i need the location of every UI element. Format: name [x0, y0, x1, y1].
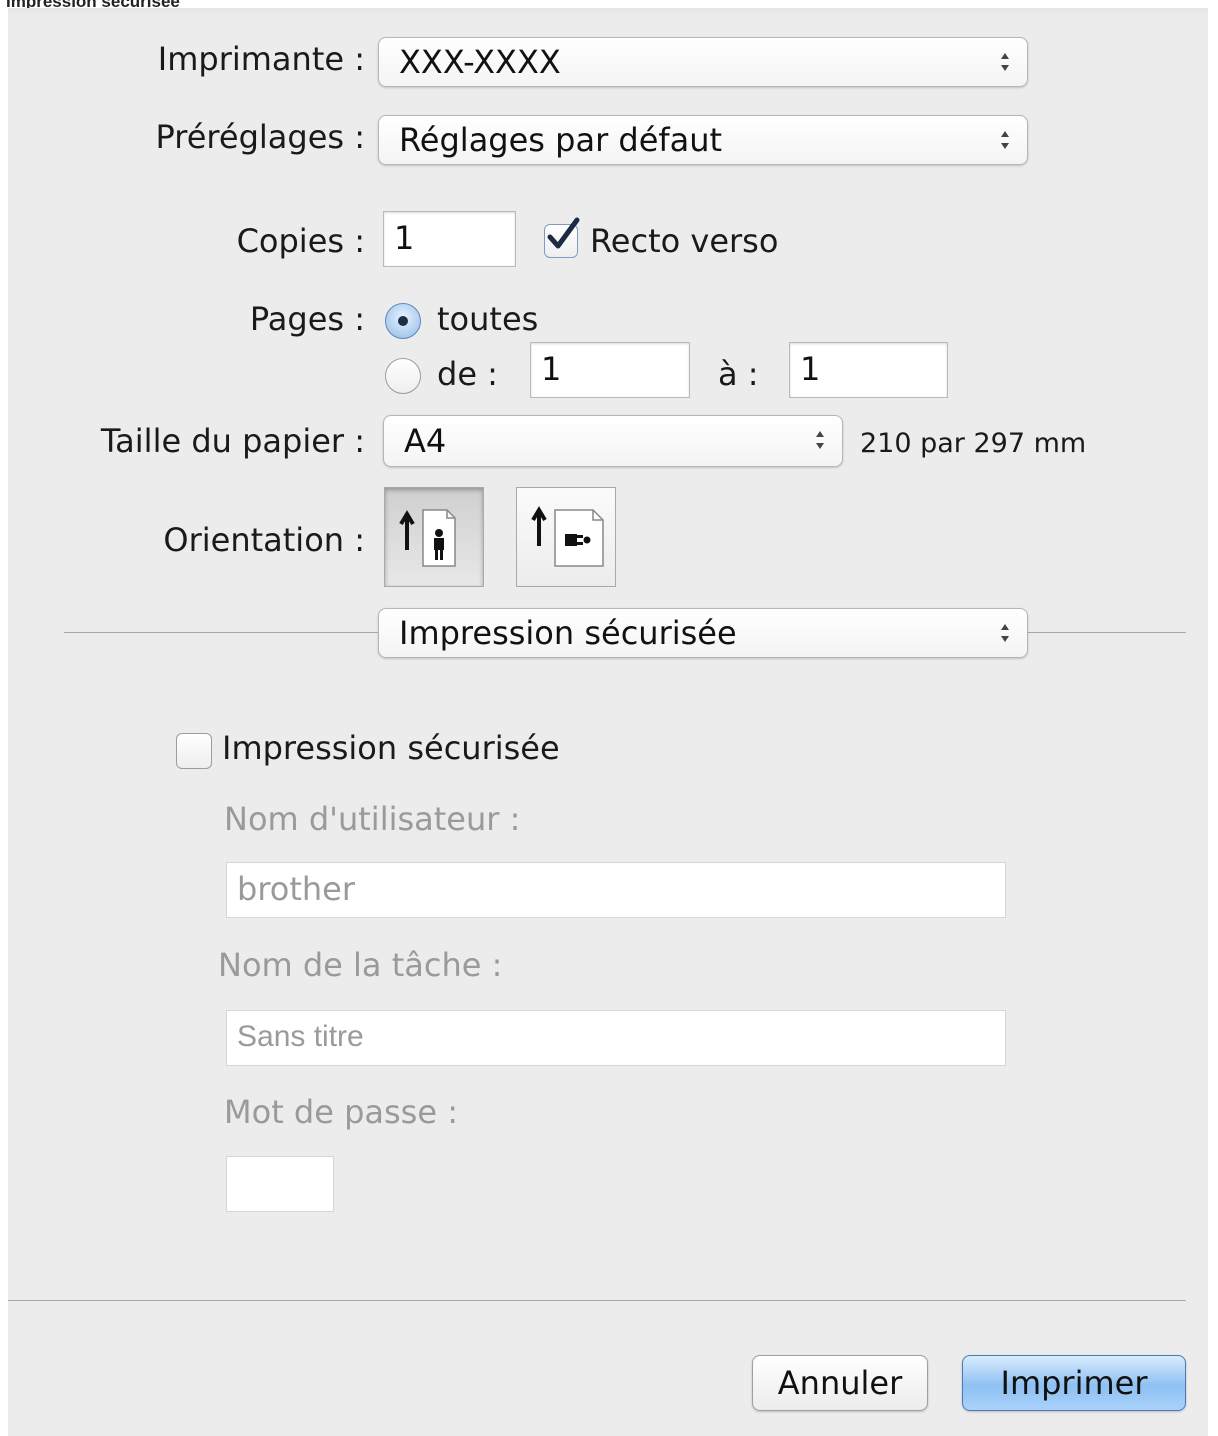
- pages-range-label: de :: [437, 355, 498, 393]
- section-popup[interactable]: Impression sécurisée: [378, 608, 1028, 658]
- landscape-orientation-icon: [531, 506, 604, 567]
- pages-all-label: toutes: [437, 300, 539, 338]
- copies-label: Copies :: [236, 222, 365, 260]
- pages-label: Pages :: [249, 300, 365, 338]
- secure-print-label: Impression sécurisée: [222, 729, 560, 767]
- paper-size-popup[interactable]: A4: [383, 415, 843, 467]
- username-label: Nom d'utilisateur :: [224, 800, 521, 838]
- checkmark-icon: [547, 217, 580, 249]
- presets-popup[interactable]: Réglages par défaut: [378, 115, 1028, 165]
- duplex-checkbox[interactable]: [544, 217, 580, 258]
- cancel-button[interactable]: Annuler: [752, 1355, 928, 1411]
- job-name-input[interactable]: Sans titre: [226, 1010, 1006, 1066]
- presets-label: Préréglages :: [155, 118, 365, 156]
- updown-arrows-icon: [1001, 53, 1009, 71]
- duplex-label: Recto verso: [590, 222, 779, 260]
- pages-all-radio[interactable]: [385, 303, 421, 339]
- password-label: Mot de passe :: [224, 1093, 458, 1131]
- printer-popup[interactable]: XXX-XXXX: [378, 37, 1028, 87]
- job-name-label: Nom de la tâche :: [218, 946, 503, 984]
- section-popup-value: Impression sécurisée: [399, 614, 737, 652]
- pages-from-input[interactable]: 1: [530, 342, 690, 398]
- paper-dimensions-text: 210 par 297 mm: [860, 428, 1087, 459]
- copies-input[interactable]: 1: [383, 211, 516, 267]
- landscape-orientation-button[interactable]: [516, 487, 616, 587]
- pages-to-label: à :: [718, 355, 759, 393]
- presets-value: Réglages par défaut: [399, 121, 723, 159]
- password-input[interactable]: [226, 1156, 334, 1212]
- username-input[interactable]: brother: [226, 862, 1006, 918]
- secure-print-checkbox[interactable]: [176, 733, 212, 769]
- section-separator-right: [1026, 632, 1186, 633]
- dialog-top-edge: [8, 8, 1208, 16]
- radio-dot-icon: [398, 316, 408, 326]
- pages-range-radio[interactable]: [385, 358, 421, 394]
- print-button[interactable]: Imprimer: [962, 1355, 1186, 1411]
- updown-arrows-icon: [1001, 624, 1009, 642]
- pages-to-input[interactable]: 1: [789, 342, 948, 398]
- section-separator-left: [64, 632, 380, 633]
- bottom-separator: [8, 1300, 1186, 1301]
- portrait-orientation-button[interactable]: [384, 487, 484, 587]
- orientation-label: Orientation :: [163, 521, 365, 559]
- printer-label: Imprimante :: [157, 40, 365, 78]
- portrait-orientation-icon: [399, 509, 456, 567]
- updown-arrows-icon: [816, 431, 824, 449]
- paper-size-value: A4: [404, 422, 447, 460]
- paper-size-label: Taille du papier :: [100, 422, 365, 460]
- updown-arrows-icon: [1001, 131, 1009, 149]
- printer-value: XXX-XXXX: [399, 43, 561, 81]
